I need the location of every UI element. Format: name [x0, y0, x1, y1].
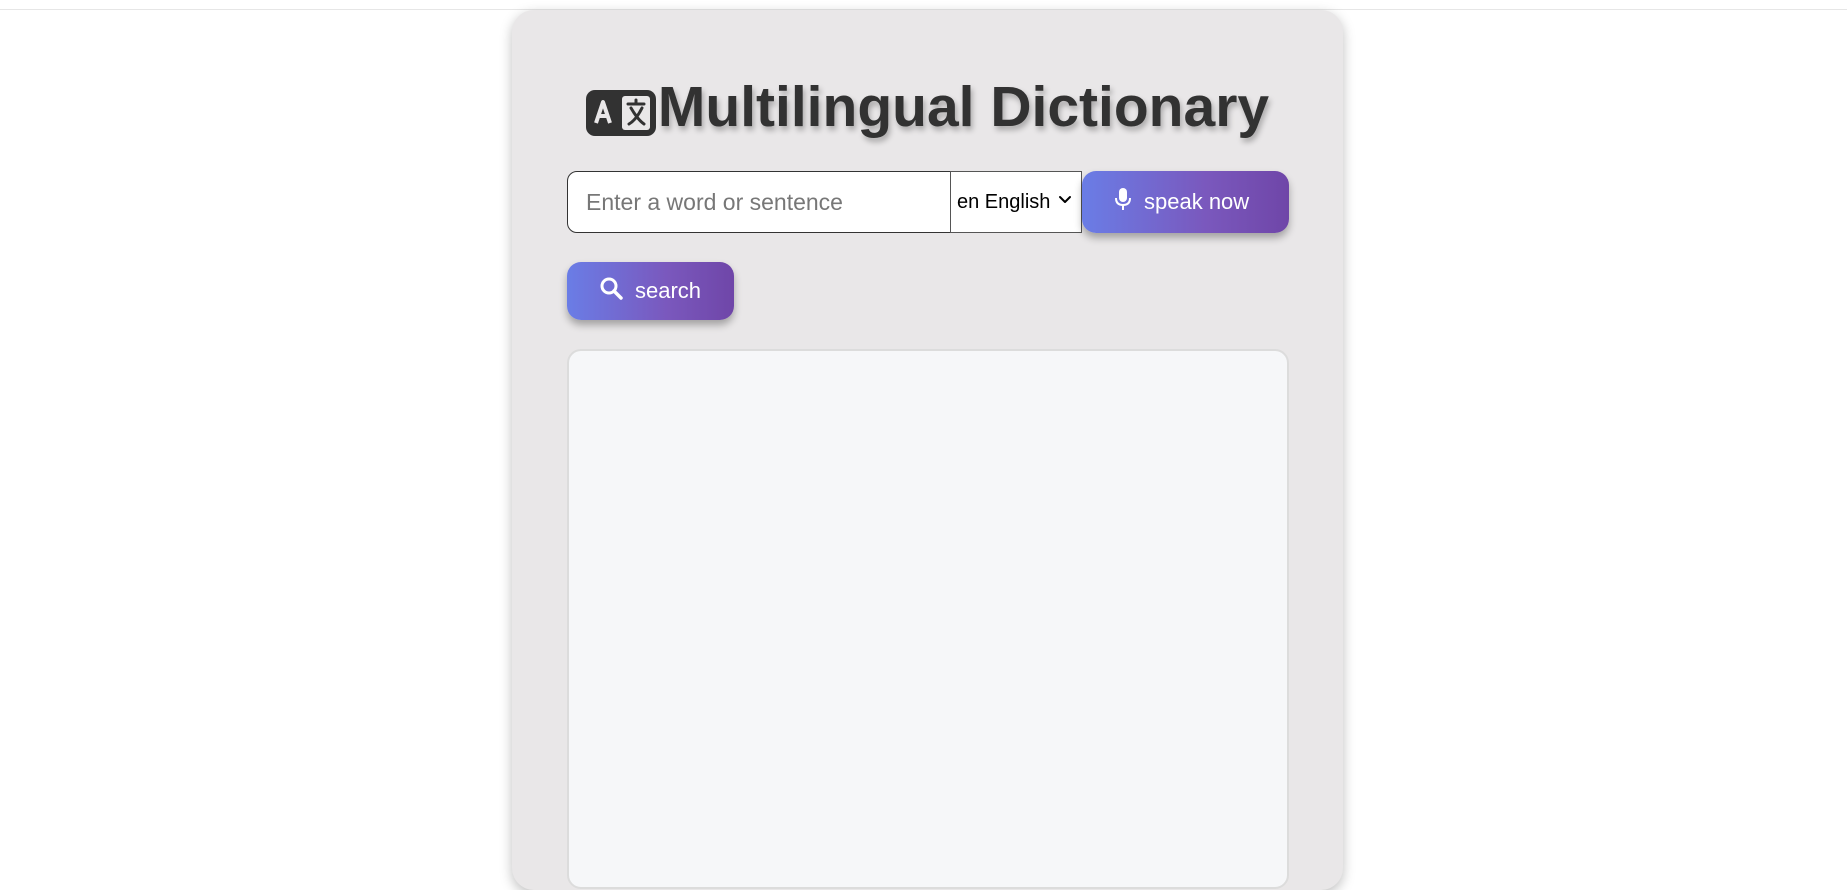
speak-now-label: speak now	[1144, 189, 1250, 214]
translate-icon	[585, 82, 656, 136]
speak-now-button[interactable]: speak now	[1082, 171, 1289, 233]
search-icon	[599, 276, 623, 306]
page-title: Multilingual Dictionary	[512, 72, 1343, 142]
app-title: Multilingual Dictionary	[657, 75, 1270, 139]
search-button[interactable]: search	[567, 262, 734, 320]
search-input[interactable]	[567, 171, 951, 233]
microphone-icon	[1114, 187, 1132, 217]
search-label: search	[635, 278, 702, 303]
language-select[interactable]: en English	[950, 171, 1082, 233]
chevron-down-icon	[1059, 196, 1071, 203]
language-select-value: en English	[957, 190, 1051, 213]
results-panel	[567, 349, 1289, 889]
